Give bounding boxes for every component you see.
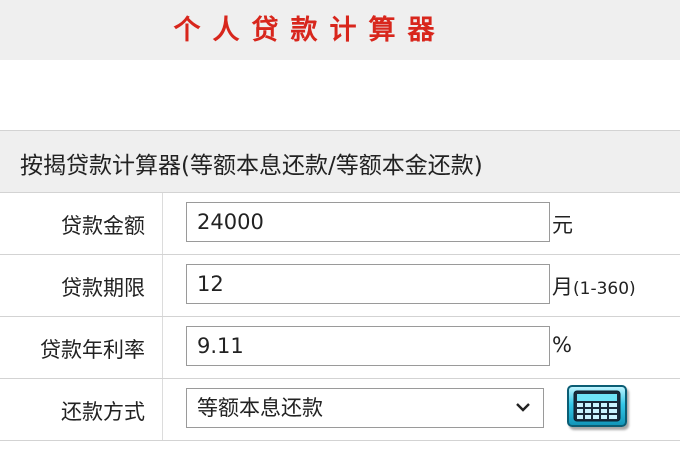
method-select[interactable]: 等额本息还款	[186, 388, 544, 428]
rate-label: 贷款年利率	[40, 338, 145, 362]
amount-unit: 元	[552, 213, 573, 237]
term-unit-main: 月	[552, 275, 573, 299]
section-header: 按揭贷款计算器(等额本息还款/等额本金还款)	[0, 130, 680, 193]
rate-row: 贷款年利率 9.11 %	[0, 317, 680, 379]
method-label: 还款方式	[61, 400, 145, 424]
term-label: 贷款期限	[61, 276, 145, 300]
title-band: 个人贷款计算器	[0, 0, 680, 60]
row-divider	[162, 193, 163, 254]
row-divider	[162, 379, 163, 440]
chevron-down-icon	[516, 403, 530, 412]
app-title: 个人贷款计算器	[173, 15, 447, 46]
method-row: 还款方式 等额本息还款	[0, 379, 680, 441]
amount-input[interactable]: 24000	[186, 202, 550, 242]
calculate-button[interactable]	[567, 385, 627, 427]
term-input[interactable]: 12	[186, 264, 550, 304]
rate-input[interactable]: 9.11	[186, 326, 550, 366]
row-divider	[162, 317, 163, 378]
amount-label: 贷款金额	[61, 214, 145, 238]
amount-row: 贷款金额 24000 元	[0, 193, 680, 255]
calculator-icon	[573, 390, 621, 422]
term-unit-range: (1-360)	[573, 279, 636, 299]
term-row: 贷款期限 12 月(1-360)	[0, 255, 680, 317]
method-selected-value: 等额本息还款	[197, 396, 323, 420]
rate-unit: %	[552, 333, 572, 357]
term-unit: 月(1-360)	[552, 271, 636, 301]
section-title: 按揭贷款计算器(等额本息还款/等额本金还款)	[20, 153, 483, 179]
row-divider	[162, 255, 163, 316]
